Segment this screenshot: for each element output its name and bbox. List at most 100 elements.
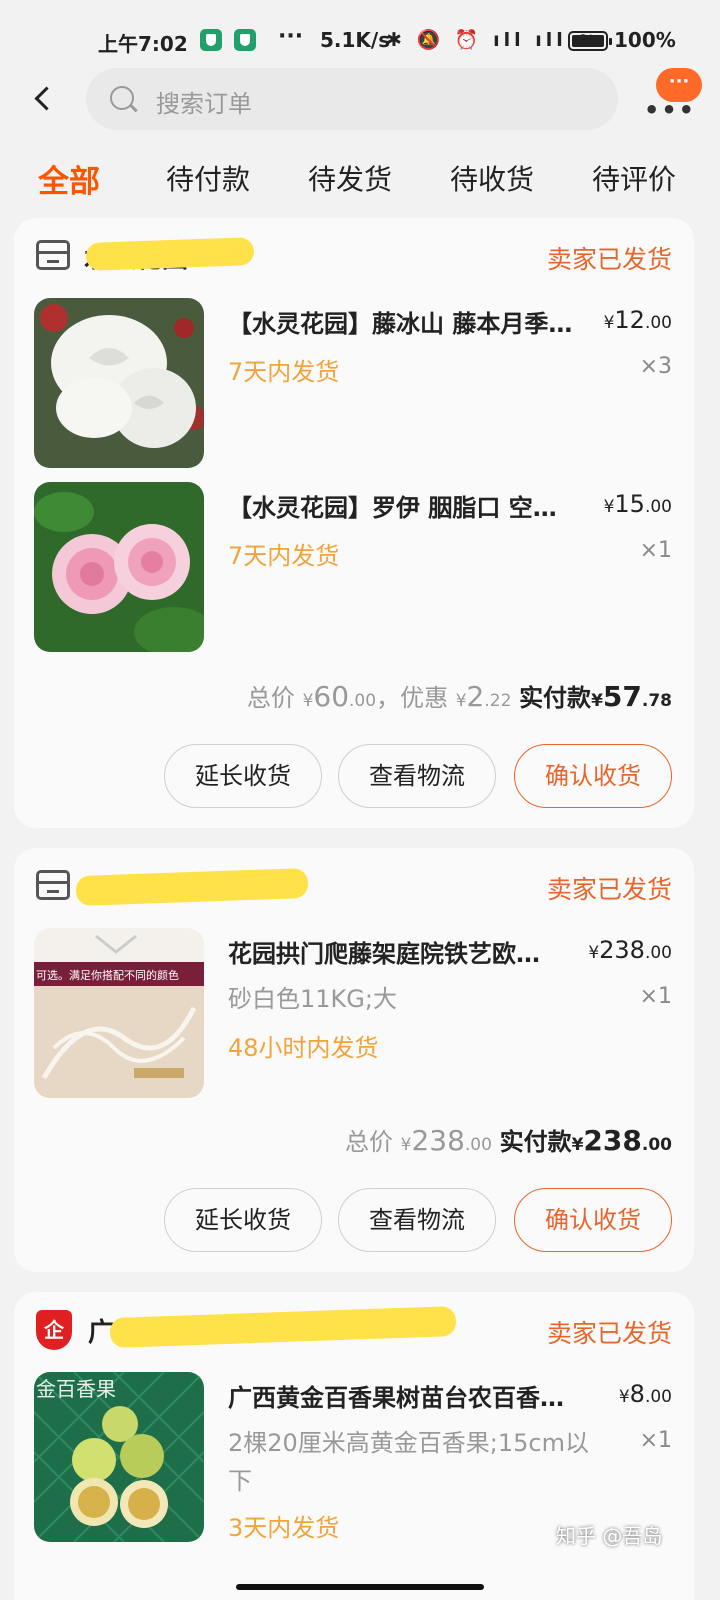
view-logistics-button[interactable]: 查看物流 xyxy=(338,1188,496,1252)
order-item[interactable]: 可选。满足你搭配不同的颜色 花园拱门爬藤架庭院铁艺欧… ¥238.00 砂白色1… xyxy=(14,928,694,1100)
shop-row[interactable]: 企 广 卖家已发货 xyxy=(14,1292,694,1368)
product-quantity: ×1 xyxy=(639,538,672,563)
image-caption: 金百香果 xyxy=(36,1377,116,1401)
message-badge-icon[interactable]: ··· xyxy=(656,68,702,102)
order-card[interactable]: 企 广 卖家已发货 金百香果 广西黄金百香果树苗台农百香… ¥8.00 2棵20… xyxy=(14,1292,694,1600)
order-tabs: 全部 待付款 待发货 待收货 待评价 xyxy=(0,158,720,210)
currency-symbol: ¥ xyxy=(302,691,314,711)
back-arrow-icon[interactable] xyxy=(28,84,58,114)
extend-receipt-button[interactable]: 延长收货 xyxy=(164,744,322,808)
watermark: 知乎 @吾岛 xyxy=(556,1524,663,1548)
price-decimal: .00 xyxy=(644,943,672,963)
product-price: ¥12.00 xyxy=(604,306,672,334)
network-speed: 5.1K/s xyxy=(320,28,391,52)
order-item[interactable]: 金百香果 广西黄金百香果树苗台农百香… ¥8.00 2棵20厘米高黄金百香果;1… xyxy=(14,1372,694,1544)
shield-icon xyxy=(200,29,222,51)
product-title[interactable]: 【水灵花园】藤冰山 藤本月季… xyxy=(228,304,584,339)
currency-symbol: ¥ xyxy=(603,313,615,333)
search-input[interactable]: 搜索订单 xyxy=(86,68,618,130)
more-notifications-icon: ··· xyxy=(278,24,304,49)
paid-decimal: .78 xyxy=(641,691,672,711)
total-integer: 238 xyxy=(411,1124,465,1157)
product-title[interactable]: 广西黄金百香果树苗台农百香… xyxy=(228,1378,584,1413)
status-bar: 上午7:02 ··· 5.1K/s ✱ 🔕 ⏰ ıll ıll ≋ 100% xyxy=(0,22,720,62)
order-item[interactable]: 【水灵花园】藤冰山 藤本月季… ¥12.00 ×3 7天内发货 xyxy=(14,298,694,470)
store-icon xyxy=(36,240,70,270)
price-integer: 12 xyxy=(614,306,645,334)
shipping-promise: 48小时内发货 xyxy=(228,1034,379,1062)
product-quantity: ×1 xyxy=(639,1428,672,1453)
order-status: 卖家已发货 xyxy=(546,875,672,904)
confirm-receipt-button[interactable]: 确认收货 xyxy=(514,744,672,808)
home-indicator[interactable] xyxy=(236,1584,484,1590)
tab-pending-shipment[interactable]: 待发货 xyxy=(308,158,392,198)
battery-level: 100% xyxy=(614,28,676,52)
product-price: ¥8.00 xyxy=(619,1380,672,1408)
shield-icon xyxy=(234,29,256,51)
product-title[interactable]: 花园拱门爬藤架庭院铁艺欧… xyxy=(228,934,584,969)
shop-row[interactable]: 水灵花园 卖家已发货 xyxy=(14,218,694,294)
product-price: ¥15.00 xyxy=(604,490,672,518)
order-card[interactable]: 家 卖家已发货 可选。满足你搭配不同的颜色 花园拱门爬藤架庭院铁艺欧… ¥238… xyxy=(14,848,694,1272)
product-image[interactable]: 可选。满足你搭配不同的颜色 xyxy=(34,928,204,1098)
total-decimal: .00 xyxy=(349,691,377,711)
total-label: 总价 xyxy=(344,1128,393,1156)
total-label: 总价 xyxy=(246,684,295,712)
redaction-mark xyxy=(109,1305,457,1349)
price-integer: 238 xyxy=(599,936,645,964)
image-caption: 可选。满足你搭配不同的颜色 xyxy=(36,968,179,982)
extend-receipt-button[interactable]: 延长收货 xyxy=(164,1188,322,1252)
product-spec: 2棵20厘米高黄金百香果;15cm以下 xyxy=(228,1429,590,1495)
order-summary: 总价 ¥238.00 实付款¥238.00 xyxy=(345,1122,672,1157)
shipping-promise: 3天内发货 xyxy=(228,1514,340,1542)
product-price: ¥238.00 xyxy=(588,936,672,964)
enterprise-badge-icon: 企 xyxy=(36,1310,72,1350)
product-image[interactable] xyxy=(34,482,204,652)
currency-symbol: ¥ xyxy=(618,1387,630,1407)
paid-decimal: .00 xyxy=(641,1135,672,1155)
status-time: 上午7:02 xyxy=(98,32,188,56)
discount-label: ，优惠 xyxy=(376,684,449,712)
product-title[interactable]: 【水灵花园】罗伊 胭脂口 空… xyxy=(228,488,584,523)
battery-icon xyxy=(568,31,612,51)
product-quantity: ×3 xyxy=(639,354,672,379)
price-decimal: .00 xyxy=(644,1387,672,1407)
tab-pending-review[interactable]: 待评价 xyxy=(592,158,676,198)
product-spec: 砂白色11KG;大 xyxy=(228,985,397,1013)
product-image[interactable] xyxy=(34,298,204,468)
discount-integer: 2 xyxy=(466,680,485,713)
order-item[interactable]: 【水灵花园】罗伊 胭脂口 空… ¥15.00 ×1 7天内发货 xyxy=(14,482,694,654)
tab-all[interactable]: 全部 xyxy=(38,156,100,201)
tab-pending-payment[interactable]: 待付款 xyxy=(166,158,250,198)
system-icons: ✱ 🔕 ⏰ ıll ıll ≋ xyxy=(386,29,598,51)
currency-symbol: ¥ xyxy=(571,1135,584,1155)
redaction-mark xyxy=(75,867,309,907)
currency-symbol: ¥ xyxy=(455,691,467,711)
more-menu-button[interactable]: ••• ··· xyxy=(644,68,704,124)
shipping-promise: 7天内发货 xyxy=(228,542,340,570)
redaction-mark xyxy=(85,237,255,271)
store-icon xyxy=(36,870,70,900)
total-decimal: .00 xyxy=(464,1135,492,1155)
paid-label: 实付款 xyxy=(499,1128,572,1156)
order-status: 卖家已发货 xyxy=(546,245,672,274)
discount-decimal: .22 xyxy=(484,691,512,711)
price-integer: 8 xyxy=(629,1380,645,1408)
paid-integer: 238 xyxy=(583,1124,642,1157)
confirm-receipt-button[interactable]: 确认收货 xyxy=(514,1188,672,1252)
tab-pending-receipt[interactable]: 待收货 xyxy=(450,158,534,198)
paid-label: 实付款 xyxy=(519,684,592,712)
shop-row[interactable]: 家 卖家已发货 xyxy=(14,848,694,924)
currency-symbol: ¥ xyxy=(400,1135,412,1155)
view-logistics-button[interactable]: 查看物流 xyxy=(338,744,496,808)
price-decimal: .00 xyxy=(644,313,672,333)
top-bar: 搜索订单 ••• ··· xyxy=(0,66,720,134)
currency-symbol: ¥ xyxy=(588,943,600,963)
product-quantity: ×1 xyxy=(639,984,672,1009)
product-image[interactable]: 金百香果 xyxy=(34,1372,204,1542)
order-status: 卖家已发货 xyxy=(546,1319,672,1348)
order-card[interactable]: 水灵花园 卖家已发货 【水灵花园】藤冰山 藤本月季… ¥12.00 ×3 7天内… xyxy=(14,218,694,828)
currency-symbol: ¥ xyxy=(591,691,603,711)
search-placeholder: 搜索订单 xyxy=(156,90,252,118)
price-decimal: .00 xyxy=(644,497,672,517)
